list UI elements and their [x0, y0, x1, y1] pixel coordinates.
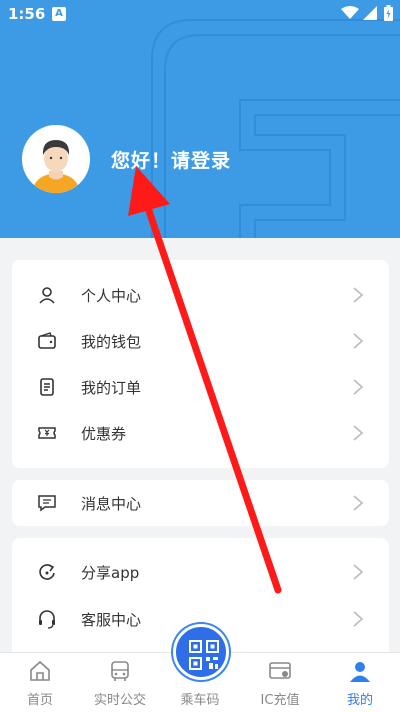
- menu-item-label: 个人中心: [81, 287, 142, 305]
- chevron-right-icon: [353, 379, 364, 395]
- battery-icon: [384, 5, 393, 21]
- nav-realtime-bus[interactable]: 实时公交: [80, 653, 160, 712]
- login-prompt[interactable]: 您好！请登录: [111, 146, 231, 173]
- menu-item-label: 优惠券: [81, 425, 127, 443]
- chevron-right-icon: [353, 611, 364, 627]
- bus-icon: [111, 661, 129, 681]
- coupon-icon: [38, 427, 56, 439]
- avatar[interactable]: [22, 125, 90, 193]
- menu-item-label: 我的订单: [81, 379, 142, 397]
- menu-item-share-app[interactable]: 分享app: [12, 549, 389, 595]
- header-decoration: [151, 19, 400, 238]
- avatar-person-icon: [22, 125, 90, 193]
- menu-card-account: 个人中心 我的钱包 我的订单 优惠券: [12, 260, 389, 468]
- chevron-right-icon: [353, 287, 364, 303]
- person-icon: [39, 287, 55, 304]
- chevron-right-icon: [353, 425, 364, 441]
- nav-mine[interactable]: 我的: [320, 653, 400, 712]
- ride-code-button[interactable]: [173, 624, 229, 680]
- wifi-icon: [341, 6, 359, 19]
- menu-item-message-center[interactable]: 消息中心: [12, 480, 389, 526]
- menu-item-orders[interactable]: 我的订单: [12, 364, 389, 410]
- nav-label: IC充值: [260, 693, 300, 708]
- nav-label: 我的: [346, 693, 373, 708]
- qr-code-icon: [189, 640, 219, 670]
- nav-label: 乘车码: [180, 693, 220, 708]
- chevron-right-icon: [353, 495, 364, 511]
- menu-card-messages: 消息中心: [12, 480, 389, 526]
- menu-item-personal-center[interactable]: 个人中心: [12, 272, 389, 318]
- user-icon: [350, 662, 370, 682]
- share-icon: [39, 564, 55, 580]
- menu-item-label: 我的钱包: [81, 333, 142, 351]
- nav-label: 首页: [26, 693, 53, 708]
- chevron-right-icon: [353, 564, 364, 580]
- nav-label: 实时公交: [93, 693, 146, 708]
- order-icon: [40, 378, 54, 396]
- menu-item-label: 消息中心: [81, 495, 142, 513]
- profile-header: 1:56 A 您好！请登录: [0, 0, 400, 238]
- signal-icon: [363, 6, 377, 20]
- message-icon: [38, 495, 56, 512]
- status-bar: 1:56 A: [0, 0, 400, 28]
- wallet-icon: [38, 332, 56, 349]
- chevron-right-icon: [353, 333, 364, 349]
- home-icon: [30, 660, 50, 681]
- card-recharge-icon: [269, 662, 291, 679]
- nav-ic-recharge[interactable]: IC充值: [240, 653, 320, 712]
- menu-item-wallet[interactable]: 我的钱包: [12, 318, 389, 364]
- nav-home[interactable]: 首页: [0, 653, 80, 712]
- menu-item-coupons[interactable]: 优惠券: [12, 410, 389, 456]
- menu-item-label: 分享app: [81, 564, 140, 582]
- menu-item-label: 客服中心: [81, 611, 142, 629]
- headset-icon: [39, 610, 55, 629]
- status-time: 1:56: [8, 5, 46, 23]
- notification-a-icon: A: [52, 7, 66, 21]
